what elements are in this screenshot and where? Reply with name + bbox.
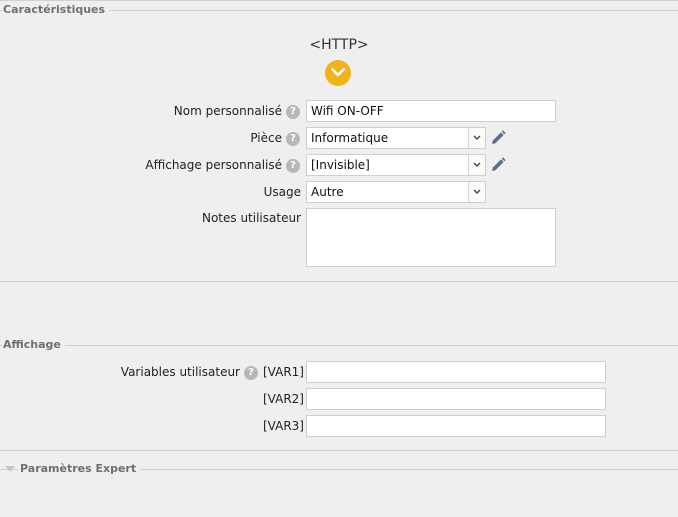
section-title-expert[interactable]: Paramètres Expert (18, 462, 141, 475)
notes-label: Notes utilisateur (201, 211, 301, 225)
var2-input[interactable] (306, 388, 606, 410)
edit-pencil-icon[interactable] (489, 156, 507, 174)
top-border (0, 0, 678, 1)
triangle-down-icon[interactable] (5, 466, 15, 473)
var3-input[interactable] (306, 415, 606, 437)
select-arrow (468, 128, 485, 148)
usage-select-value: Autre (311, 185, 344, 199)
chevron-down-icon (473, 135, 481, 140)
var1-tag: [VAR1] (263, 365, 304, 379)
edit-pencil-icon[interactable] (489, 129, 507, 147)
usage-select[interactable]: Autre (306, 181, 486, 203)
section-title-characteristics: Caractéristiques (3, 3, 110, 16)
select-arrow (468, 182, 485, 202)
custom-name-input[interactable]: Wifi ON-OFF (306, 100, 556, 122)
help-icon[interactable]: ? (286, 132, 300, 146)
divider (0, 450, 678, 451)
user-variables-label: Variables utilisateur (120, 365, 240, 379)
custom-name-label: Nom personnalisé (173, 104, 282, 118)
room-label: Pièce (250, 131, 282, 145)
room-select[interactable]: Informatique (306, 127, 486, 149)
help-icon[interactable]: ? (286, 105, 300, 119)
var3-tag: [VAR3] (263, 419, 304, 433)
help-icon[interactable]: ? (286, 159, 300, 173)
var1-input[interactable] (306, 361, 606, 383)
room-select-value: Informatique (311, 131, 389, 145)
var2-tag: [VAR2] (263, 392, 304, 406)
usage-label: Usage (263, 185, 301, 199)
chevron-down-icon (331, 68, 345, 77)
notes-textarea[interactable] (306, 208, 556, 267)
chevron-down-icon (473, 189, 481, 194)
custom-display-label: Affichage personnalisé (145, 158, 282, 172)
help-icon[interactable]: ? (244, 366, 258, 380)
section-title-display: Affichage (3, 338, 65, 351)
section-divider (0, 345, 678, 346)
custom-display-select[interactable]: [Invisible] (306, 154, 486, 176)
device-title: <HTTP> (309, 37, 369, 53)
divider (0, 281, 678, 282)
expand-device-button[interactable] (325, 60, 351, 86)
chevron-down-icon (473, 162, 481, 167)
custom-display-select-value: [Invisible] (311, 158, 370, 172)
select-arrow (468, 155, 485, 175)
